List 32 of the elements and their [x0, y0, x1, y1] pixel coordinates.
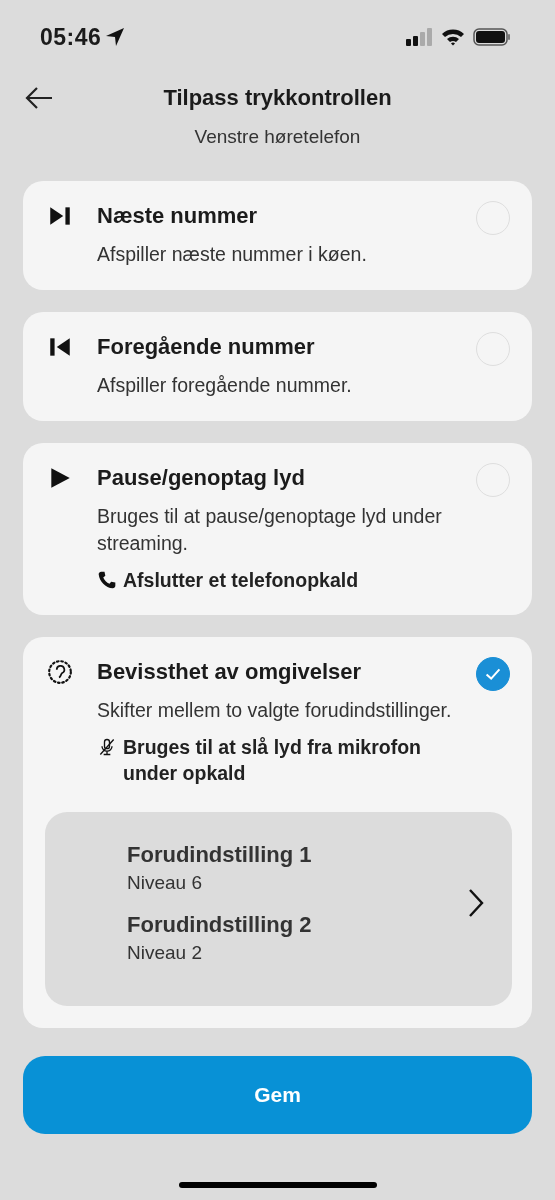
chevron-right-icon [468, 888, 484, 918]
option-card[interactable]: Næste nummer Afspiller næste nummer i køen. [23, 181, 532, 290]
option-description: Bruges til at pause/genoptage lyd under streaming. [97, 504, 443, 556]
ear-icon [47, 659, 73, 685]
option-note: Afslutter et telefonopkald [123, 568, 359, 593]
option-title: Pause/genoptag lyd [97, 464, 306, 492]
radio-button[interactable] [476, 657, 510, 691]
screen-subtitle: Venstre høretelefon [193, 125, 362, 149]
option-title: Bevissthet av omgivelser [97, 658, 363, 686]
option-note: Bruges til at slå lyd fra mikrofon under opkald [123, 735, 422, 786]
preset-level: Niveau 6 [127, 871, 203, 895]
phone-icon [97, 570, 117, 590]
muted-microphone-icon [97, 737, 117, 757]
battery-icon [473, 27, 511, 47]
screen-title: Tilpass trykkontrollen [163, 85, 392, 111]
option-card[interactable]: Foregående nummer Afspiller foregående nummer. [23, 312, 532, 421]
wifi-icon [441, 28, 465, 46]
option-description: Afspiller foregående nummer. [97, 373, 353, 398]
option-description: Skifter mellem to valgte forudindstillinger. [97, 698, 453, 723]
option-title: Næste nummer [97, 202, 259, 230]
preset-name: Forudindstilling 1 [127, 841, 313, 869]
option-card[interactable]: Bevissthet av omgivelser Skifter mellem to valgte forudindstillinger. Bruges til at slå lyd fra mikrofon under opkald Forudindstilling 1 Niveau 6 Forudindstilling 2 Niveau 2 [23, 637, 532, 1028]
preset-name: Forudindstilling 2 [127, 911, 313, 939]
presets-panel[interactable]: Forudindstilling 1 Niveau 6 Forudindstilling 2 Niveau 2 [45, 812, 512, 1006]
location-arrow-icon [105, 27, 126, 47]
option-description: Afspiller næste nummer i køen. [97, 242, 368, 267]
signal-icon [405, 27, 433, 47]
back-arrow-icon[interactable] [24, 86, 54, 110]
option-title: Foregående nummer [97, 333, 316, 361]
preset-level: Niveau 2 [127, 941, 203, 965]
clock-time: 05:46 [40, 23, 102, 51]
option-card[interactable]: Pause/genoptag lyd Bruges til at pause/genoptage lyd under streaming. Afslutter et telefonopkald [23, 443, 532, 615]
